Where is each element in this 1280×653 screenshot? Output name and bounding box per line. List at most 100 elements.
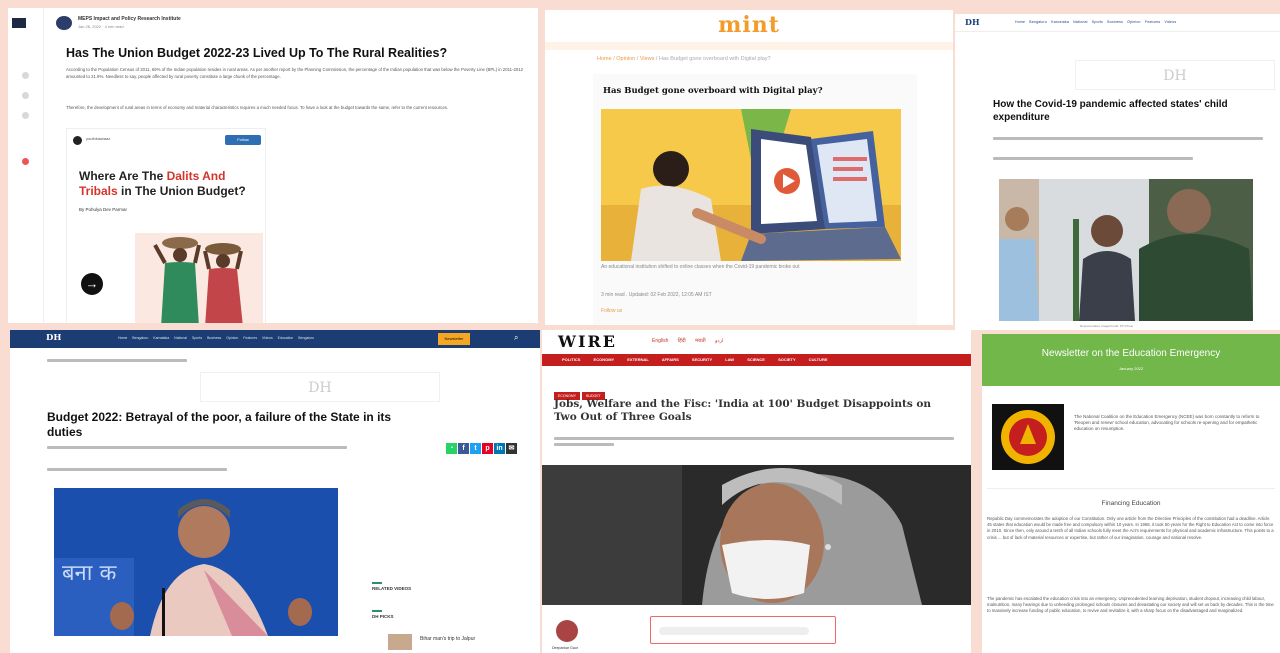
ncee-newsletter-panel: Newsletter on the Education Emergency Ja… (982, 334, 1280, 653)
women-carrying-baskets-illustration (135, 233, 263, 323)
dh-nav-items[interactable]: Home Bengaluru Karnataka National Sports… (118, 336, 314, 340)
channel-name[interactable]: youthkiawaaz (86, 136, 110, 141)
breadcrumb-current: Has Budget gone overboard with Digital p… (659, 56, 771, 62)
card-title-part: Where Are The (79, 169, 167, 183)
audio-progress-bar[interactable] (659, 627, 809, 635)
card-header: youthkiawaaz Follow (73, 135, 261, 149)
channel-icon (73, 136, 82, 145)
card-title-highlight: Dalits And (166, 169, 226, 183)
embedded-post-card[interactable]: youthkiawaaz Follow Where Are The Dalits… (66, 128, 266, 323)
pick-title[interactable]: Bihar man's trip to Jalpur (420, 636, 475, 642)
dh-masthead: DH (200, 372, 440, 402)
follow-button[interactable]: Follow (225, 135, 261, 145)
svg-text:बना क: बना क (62, 561, 117, 586)
twitter-icon[interactable]: t (470, 443, 481, 454)
article-meta: 3 min read . Updated: 02 Feb 2022, 12:05… (601, 292, 712, 298)
article-title: Budget 2022: Betrayal of the poor, a fai… (47, 410, 392, 439)
article-title: How the Covid-19 pandemic affected state… (993, 99, 1228, 123)
wire-logo[interactable]: WIRE (558, 332, 617, 351)
menu-icon[interactable] (22, 158, 29, 165)
dh-navbar: DH Home Bengaluru Karnataka National Spo… (10, 330, 540, 348)
finance-minister-mask-photo (542, 465, 971, 605)
article-summary (993, 134, 1263, 143)
image-caption: An educational institution shifted to on… (601, 264, 800, 270)
search-icon[interactable]: ⌕ (514, 333, 518, 343)
next-arrow-icon[interactable]: → (81, 273, 103, 295)
pick-thumbnail[interactable] (388, 634, 412, 650)
dh-masthead: DH (1075, 60, 1275, 90)
ncee-description: The National Coalition on the Education … (1074, 414, 1260, 431)
article-paragraph: According to the Population Census of 20… (66, 67, 524, 79)
dh-nav-items[interactable]: Home Bengaluru Karnataka National Sports… (1015, 20, 1176, 24)
dh-logo[interactable]: DH (46, 333, 61, 343)
mint-article-panel: mint Home / Opinion / Views / Has Budget… (545, 10, 953, 325)
article-summary (47, 443, 347, 452)
follow-link[interactable]: Follow us (601, 308, 622, 314)
children-photo (999, 179, 1253, 321)
dh-logo[interactable]: DH (965, 17, 980, 27)
audio-player[interactable] (650, 616, 836, 644)
sidebar: RELATED VIDEOS DH PICKS Bihar man's trip… (372, 582, 527, 650)
dh-child-expenditure-panel: DH Home Bengaluru Karnataka National Spo… (955, 14, 1280, 330)
laptop-online-class-illustration (601, 109, 901, 261)
body-paragraph: The pandemic has escalated the education… (987, 596, 1274, 614)
bookmark-icon[interactable] (22, 112, 29, 119)
wire-nav-items[interactable]: POLITICS ECONOMY EXTERNAL AFFAIRS SECURI… (562, 357, 828, 362)
banner-subtitle: January 2022 (1118, 366, 1144, 371)
author-block: MEPS Impact and Policy Research Institut… (56, 14, 316, 32)
share-bar: ◔ f t p in ✉ (446, 437, 536, 454)
ncee-logo (992, 404, 1064, 470)
dh-budget-betrayal-panel: DH Home Bengaluru Karnataka National Spo… (10, 330, 540, 653)
body-paragraph: Republic Day commemorates the adoption o… (987, 516, 1274, 540)
divider (987, 488, 1275, 489)
byline (47, 465, 227, 474)
section-divider (372, 610, 382, 612)
email-icon[interactable]: ✉ (506, 443, 517, 454)
newsletter-banner: Newsletter on the Education Emergency Ja… (982, 334, 1280, 386)
card-title-highlight: Tribals (79, 184, 118, 198)
newsletter-button[interactable]: Newsletter (438, 333, 470, 345)
article-title: Jobs, Welfare and the Fisc: 'India at 10… (554, 398, 932, 423)
facebook-icon[interactable]: f (458, 443, 469, 454)
article-paragraph: Therefore, the development of rural area… (66, 105, 449, 110)
breadcrumb-views[interactable]: Views (640, 56, 655, 62)
whatsapp-icon[interactable]: ◔ (446, 443, 457, 454)
left-rail (8, 8, 44, 323)
avatar[interactable] (56, 16, 72, 30)
section-divider (372, 582, 382, 584)
card-title-part: in The Union Budget? (117, 184, 246, 198)
article-date: Jan 28, 2022 · 4 min read (78, 24, 124, 29)
breadcrumb-opinion[interactable]: Opinion (616, 56, 635, 62)
pinterest-icon[interactable]: p (482, 443, 493, 454)
author-name[interactable]: Deepankar Gaur (552, 646, 578, 650)
dh-navbar: DH Home Bengaluru Karnataka National Spo… (955, 14, 1280, 32)
mint-topbar (545, 42, 953, 50)
linkedin-icon[interactable]: in (494, 443, 505, 454)
card-title: Where Are The Dalits And Tribals in The U… (79, 169, 259, 199)
related-videos-heading: RELATED VIDEOS (372, 586, 412, 591)
breadcrumb-home[interactable]: Home (597, 56, 612, 62)
article-title: Has Budget gone overboard with Digital p… (603, 86, 823, 96)
breadcrumb (47, 356, 187, 365)
author-avatar[interactable] (556, 620, 578, 642)
card-byline: By Pohulya Dev Parmar (79, 207, 128, 212)
finance-minister-photo: बना क (54, 488, 338, 636)
language-links[interactable]: English हिंदी मराठी اردو (652, 338, 723, 344)
mint-logo[interactable]: mint (545, 12, 953, 38)
article-title: Has The Union Budget 2022-23 Lived Up To… (66, 46, 448, 60)
breadcrumb: Home / Opinion / Views / Has Budget gone… (597, 56, 771, 62)
photo-caption: Representative Image/Credit: PTI Photo (1080, 324, 1134, 328)
wire-article-panel: WIRE English हिंदी मराठी اردو POLITICS E… (542, 330, 971, 653)
wire-navbar: POLITICS ECONOMY EXTERNAL AFFAIRS SECURI… (542, 354, 971, 366)
home-icon[interactable] (22, 72, 29, 79)
rural-budget-article-panel: MEPS Impact and Policy Research Institut… (8, 8, 538, 323)
section-heading: Financing Education (1101, 500, 1161, 507)
banner-title: Newsletter on the Education Emergency (1041, 348, 1221, 359)
dh-picks-heading: DH PICKS (372, 614, 394, 619)
search-icon[interactable] (22, 92, 29, 99)
article-card: Has Budget gone overboard with Digital p… (593, 74, 917, 325)
byline (993, 154, 1193, 163)
author-name[interactable]: MEPS Impact and Policy Research Institut… (78, 16, 181, 22)
article-summary (554, 434, 954, 449)
site-logo[interactable] (12, 18, 26, 28)
